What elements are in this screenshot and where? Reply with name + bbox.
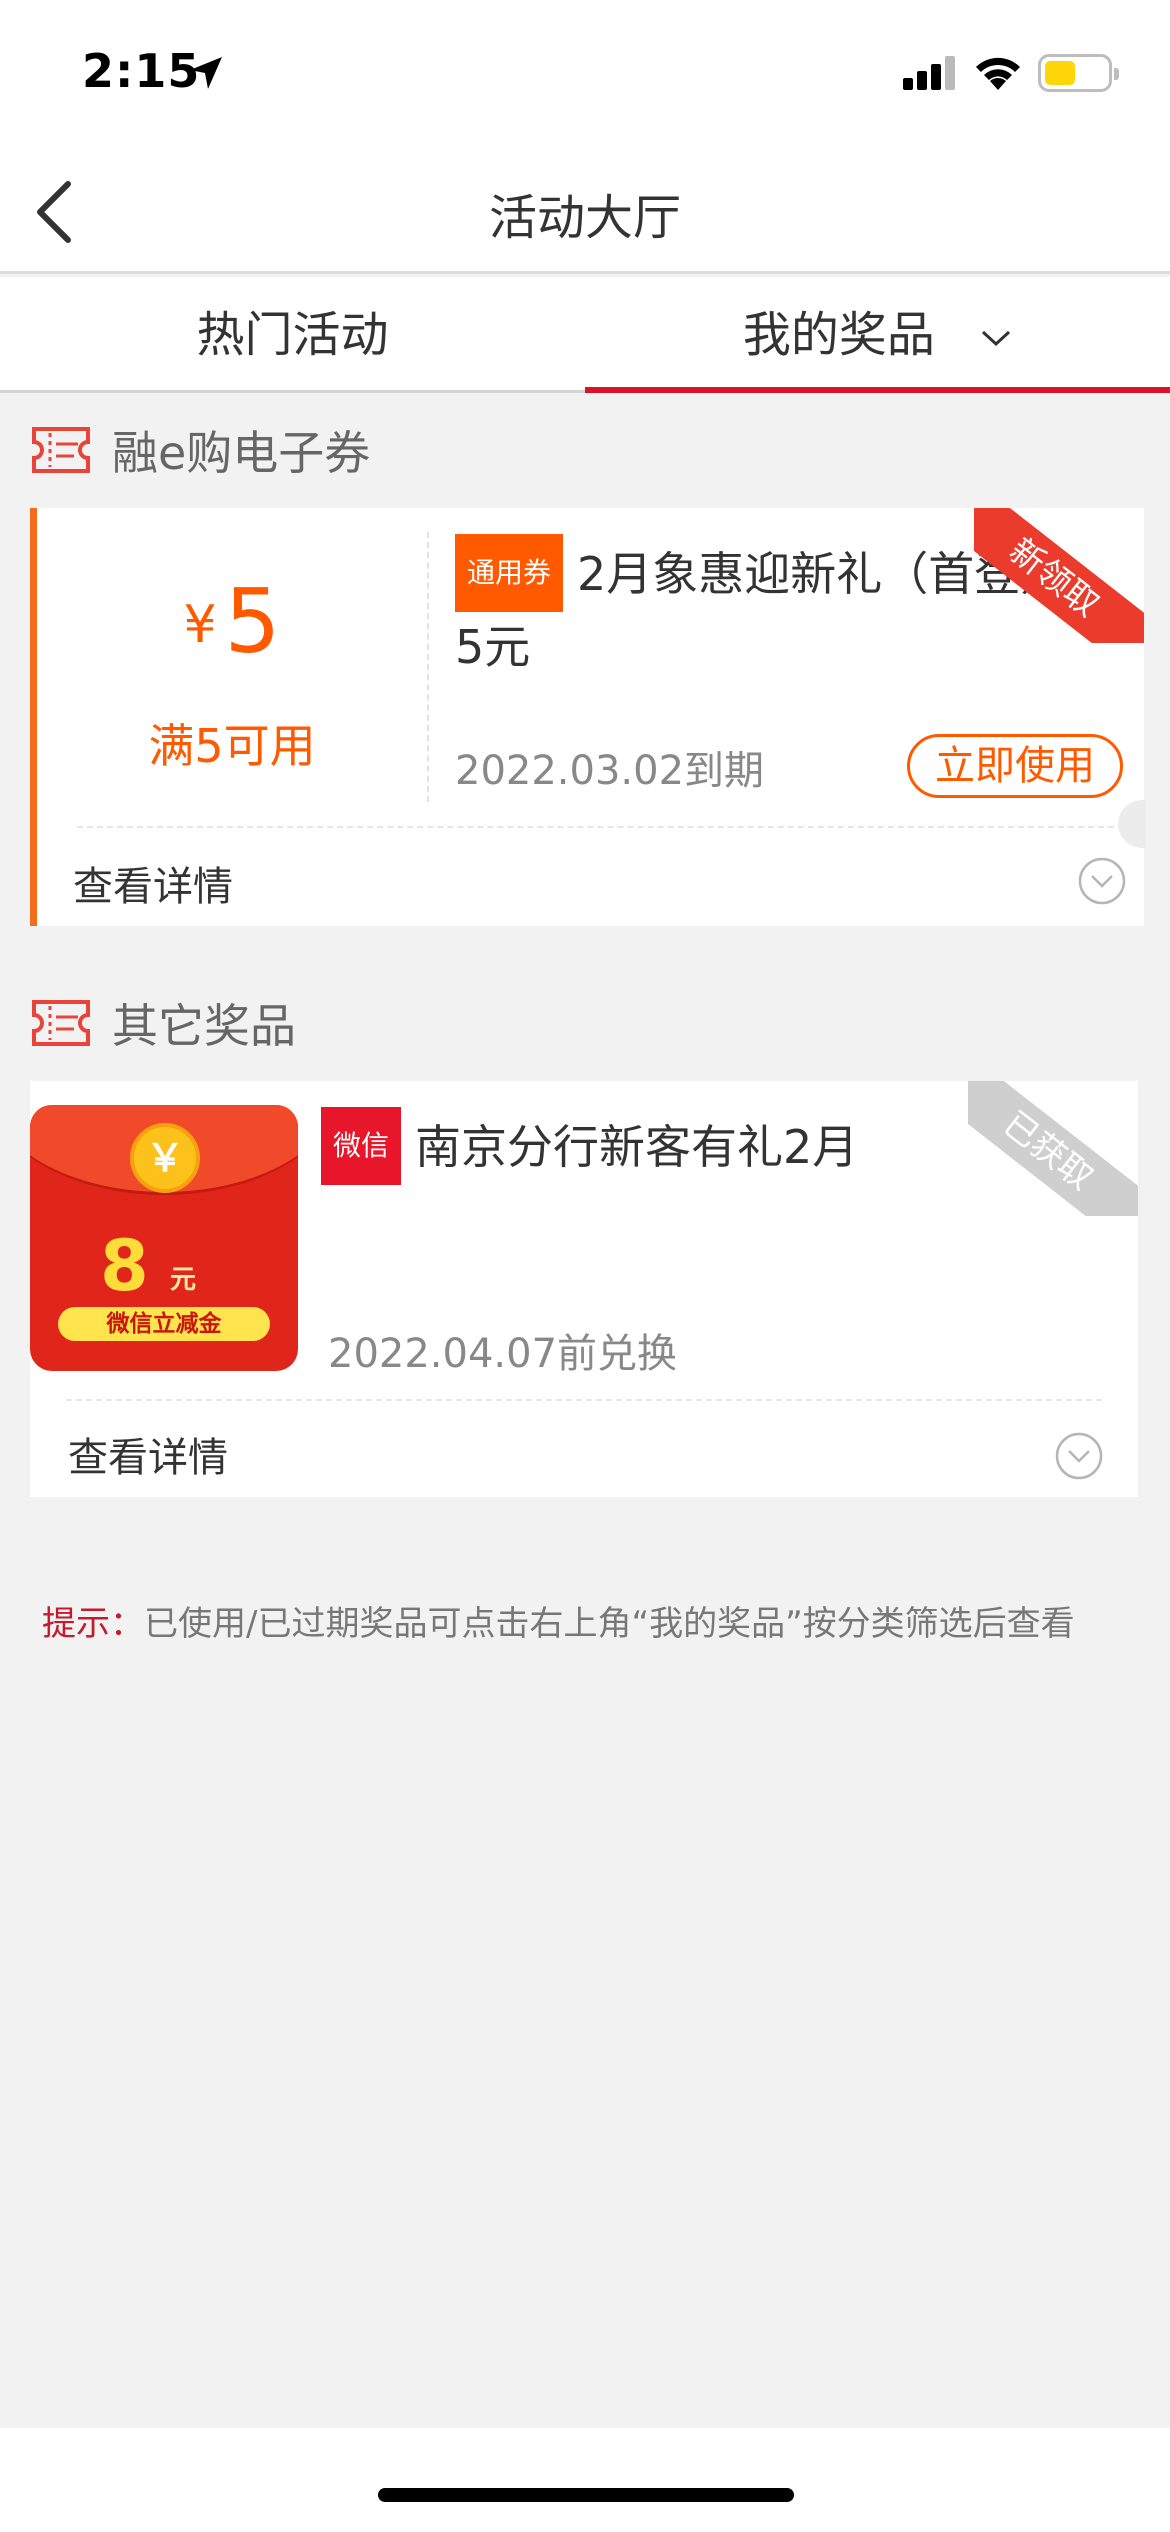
currency-symbol: ¥	[183, 595, 217, 655]
page-title: 活动大厅	[488, 190, 681, 246]
coupon-condition: 满5可用	[148, 719, 316, 773]
coupon-type-badge: 通用券	[455, 534, 564, 612]
view-details-link[interactable]: 查看详情	[68, 1425, 228, 1483]
tip-body: 已使用/已过期奖品可点击右上角“我的奖品”按分类筛选后查看	[144, 1604, 1075, 1644]
tab-my-prizes[interactable]: 我的奖品	[585, 277, 1170, 393]
tip-text: 提示：已使用/已过期奖品可点击右上角“我的奖品”按分类筛选后查看	[42, 1596, 1075, 1645]
prize-title-text: 南京分行新客有礼2月	[415, 1120, 859, 1174]
prize-title: 微信 南京分行新客有礼2月	[321, 1107, 961, 1185]
location-arrow-icon	[190, 57, 222, 89]
wifi-icon	[976, 57, 1020, 90]
expand-circle-icon[interactable]	[1054, 1431, 1104, 1481]
card-separator	[66, 1399, 1102, 1401]
received-tag: 已获取	[968, 1081, 1138, 1216]
new-received-tag: 新领取	[974, 508, 1144, 643]
coupon-divider	[427, 532, 429, 802]
tab-label: 我的奖品	[742, 307, 935, 363]
section-header-other: 其它奖品	[30, 988, 296, 1058]
active-tab-indicator	[585, 387, 1170, 393]
prize-card[interactable]: ￥ 8 元 微信立减金 微信 南京分行新客有礼2月 2022.04.07前兑换 已…	[30, 1081, 1138, 1497]
tip-label: 提示：	[42, 1604, 144, 1644]
status-bar: 2:15	[0, 0, 1170, 150]
coupon-title: 通用券 2月象惠迎新礼（首登）5元	[455, 534, 1055, 682]
home-indicator[interactable]	[378, 2488, 794, 2502]
status-time: 2:15	[82, 44, 201, 98]
wechat-badge: 微信	[321, 1107, 402, 1185]
battery-icon	[1038, 54, 1119, 92]
coupon-price: ¥5	[37, 570, 427, 673]
use-now-button[interactable]: 立即使用	[907, 734, 1123, 798]
tab-hot-activities[interactable]: 热门活动	[0, 277, 585, 393]
prize-expiry: 2022.04.07前兑换	[328, 1331, 678, 1377]
coin-icon: ￥	[130, 1123, 200, 1193]
coupon-value-panel: ¥5 满5可用	[37, 508, 427, 808]
red-packet-image: ￥ 8 元 微信立减金	[30, 1105, 298, 1371]
section-title: 其它奖品	[112, 999, 296, 1053]
packet-unit: 元	[170, 1265, 197, 1295]
ticket-icon	[32, 427, 90, 473]
corner-tag: 已获取	[968, 1081, 1138, 1216]
ticket-icon	[32, 1000, 90, 1046]
coupon-card[interactable]: ¥5 满5可用 通用券 2月象惠迎新礼（首登）5元 2022.03.02到期 立即…	[30, 508, 1144, 926]
card-separator	[77, 826, 1134, 828]
packet-amount: 8	[100, 1225, 149, 1307]
tab-divider	[0, 390, 585, 393]
bottom-area	[0, 2428, 1170, 2532]
chevron-down-icon	[982, 330, 1011, 347]
view-details-link[interactable]: 查看详情	[73, 854, 233, 912]
nav-bar: 活动大厅	[0, 150, 1170, 274]
coupon-expiry: 2022.03.02到期	[455, 748, 765, 794]
expand-circle-icon[interactable]	[1077, 856, 1127, 906]
coupon-amount: 5	[224, 570, 281, 673]
section-header-ecoupon: 融e购电子券	[30, 415, 370, 485]
corner-tag: 新领取	[974, 508, 1144, 643]
tab-label: 热门活动	[196, 307, 389, 363]
cellular-signal-icon	[903, 56, 955, 90]
tab-bar: 热门活动 我的奖品	[0, 277, 1170, 393]
packet-label: 微信立减金	[58, 1307, 270, 1341]
section-title: 融e购电子券	[112, 426, 371, 480]
